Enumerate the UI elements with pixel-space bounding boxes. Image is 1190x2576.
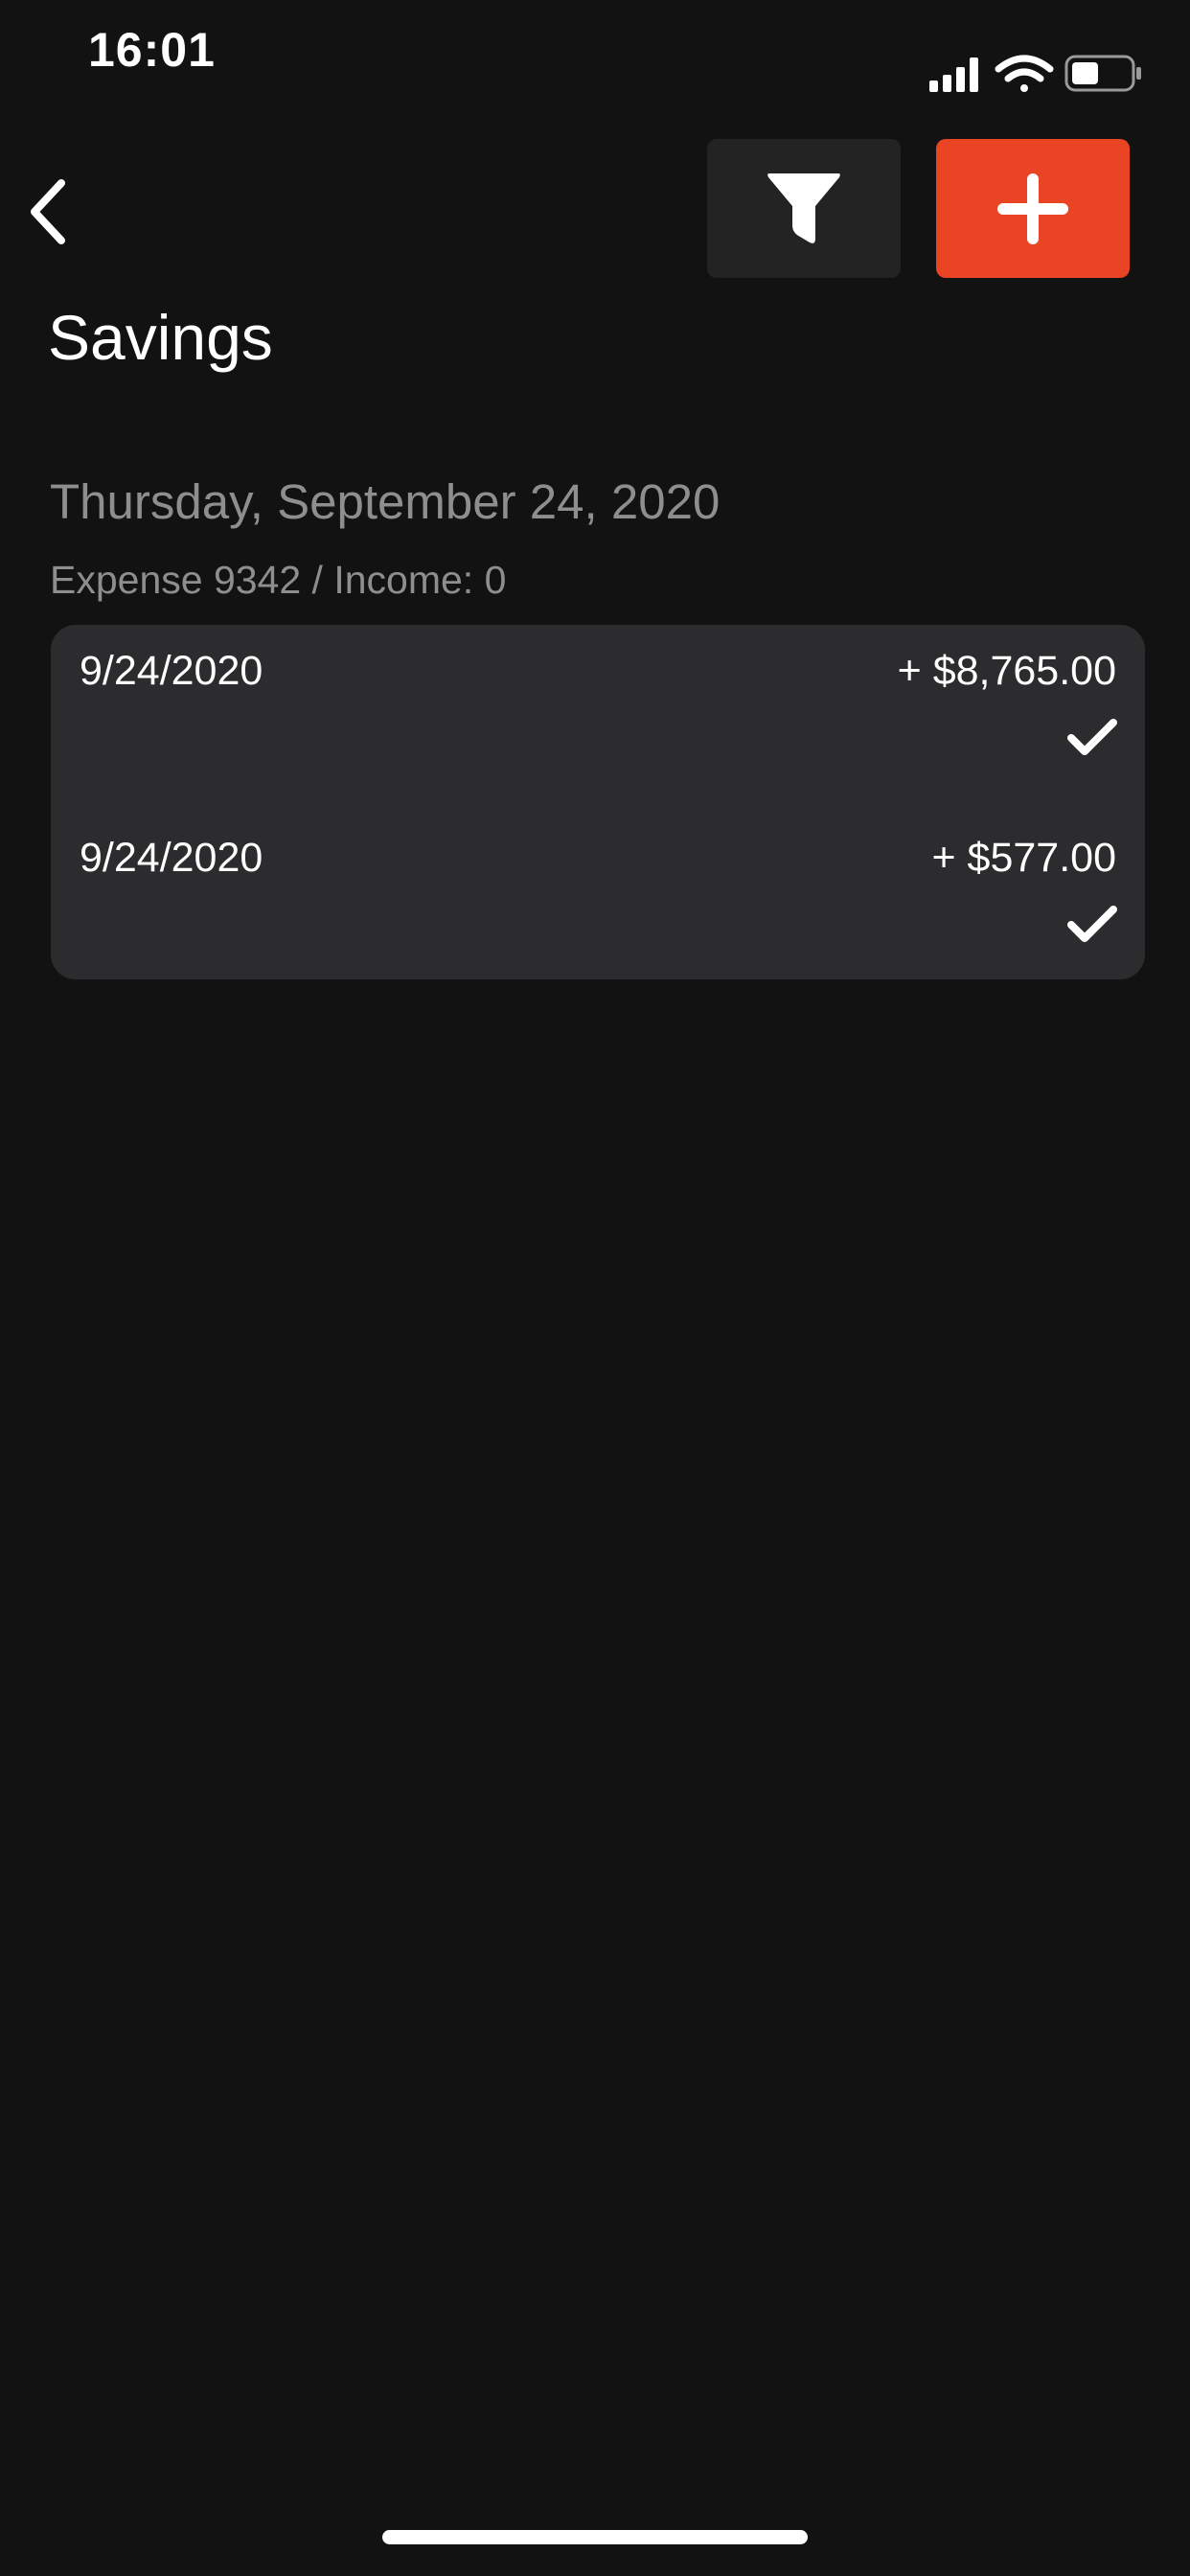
transaction-row[interactable]: 9/24/2020 + $8,765.00 (51, 625, 1145, 812)
transaction-date: 9/24/2020 (80, 648, 263, 694)
status-time: 16:01 (88, 23, 216, 77)
transaction-amount: + $8,765.00 (897, 648, 1116, 694)
battery-icon (1064, 55, 1141, 92)
chevron-left-icon (31, 179, 65, 244)
checkmark-icon (1067, 906, 1117, 942)
wifi-icon (995, 55, 1054, 92)
day-heading: Thursday, September 24, 2020 (50, 474, 721, 529)
transaction-card: 9/24/2020 + $8,765.00 9/24/2020 + $577.0… (51, 625, 1145, 979)
transaction-date: 9/24/2020 (80, 835, 263, 881)
day-summary: Expense 9342 / Income: 0 (50, 558, 507, 602)
plus-icon (997, 172, 1068, 244)
signal-icon (929, 58, 978, 92)
back-button[interactable] (15, 169, 82, 255)
page-title: Savings (48, 302, 273, 373)
filter-icon (767, 172, 840, 243)
home-indicator[interactable] (382, 2530, 808, 2544)
transaction-row[interactable]: 9/24/2020 + $577.00 (51, 812, 1145, 979)
checkmark-icon (1067, 719, 1117, 755)
filter-button[interactable] (707, 139, 901, 278)
transaction-amount: + $577.00 (931, 835, 1117, 881)
add-button[interactable] (936, 139, 1130, 278)
status-icons (929, 55, 1141, 92)
